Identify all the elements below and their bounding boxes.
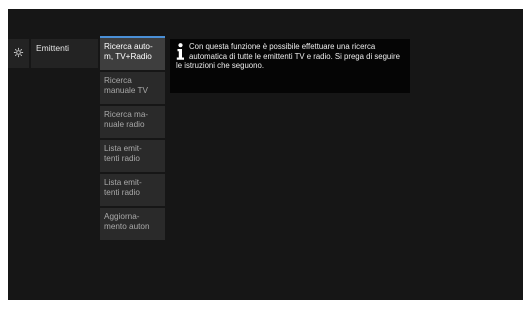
submenu: Ricerca auto- m, TV+Radio Ricerca manual… (100, 36, 165, 242)
submenu-item-radio-list-2[interactable]: Lista emit- tenti radio (100, 174, 165, 206)
tv-menu-screen: Emittenti Ricerca auto- m, TV+Radio Rice… (8, 9, 523, 300)
settings-tile[interactable] (8, 39, 29, 68)
submenu-item-auto-update[interactable]: Aggiorna- mento auton (100, 208, 165, 240)
info-icon (176, 43, 185, 60)
submenu-item-auto-search[interactable]: Ricerca auto- m, TV+Radio (100, 36, 165, 70)
submenu-item-radio-list-1[interactable]: Lista emit- tenti radio (100, 140, 165, 172)
submenu-item-manual-radio[interactable]: Ricerca ma- nuale radio (100, 106, 165, 138)
gear-icon (13, 45, 24, 63)
category-emittenti[interactable]: Emittenti (31, 39, 98, 68)
info-text: Con questa funzione è possibile effettua… (176, 42, 400, 70)
info-panel: Con questa funzione è possibile effettua… (170, 39, 410, 93)
submenu-item-manual-tv[interactable]: Ricerca manuale TV (100, 72, 165, 104)
category-label: Emittenti (36, 43, 70, 53)
